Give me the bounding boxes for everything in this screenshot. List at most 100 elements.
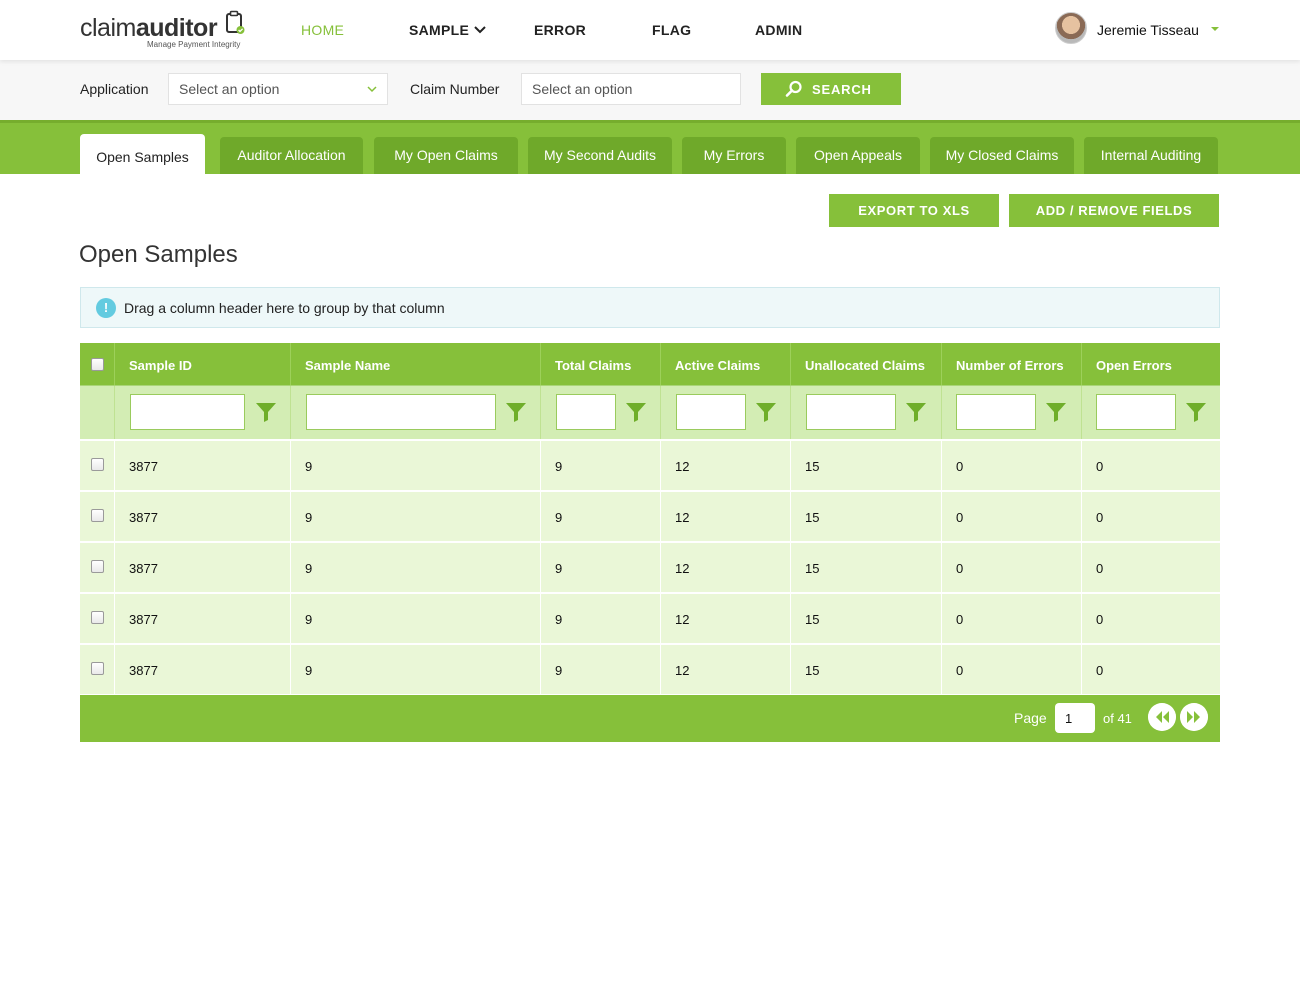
- filter-cell-open-errors: [1081, 386, 1220, 440]
- table-row[interactable]: 3877 9 9 12 15 0 0: [80, 643, 1220, 694]
- row-checkbox[interactable]: [91, 509, 104, 522]
- column-header-unallocated-claims[interactable]: Unallocated Claims: [790, 343, 941, 385]
- search-button[interactable]: SEARCH: [761, 73, 901, 105]
- cell-active-claims: 12: [660, 492, 790, 541]
- cell-open-errors: 0: [1081, 645, 1220, 694]
- cell-total-claims: 9: [540, 645, 660, 694]
- grid-header-row: Sample ID Sample Name Total Claims Activ…: [80, 343, 1220, 385]
- chevron-down-icon[interactable]: [472, 22, 488, 38]
- tab-my-closed-claims[interactable]: My Closed Claims: [930, 137, 1074, 174]
- logo-tagline: Manage Payment Integrity: [147, 40, 241, 49]
- filter-cell-total-claims: [540, 386, 660, 440]
- select-all-checkbox[interactable]: [91, 358, 104, 371]
- row-checkbox[interactable]: [91, 611, 104, 624]
- filter-icon[interactable]: [625, 401, 647, 423]
- cell-sample-id: 3877: [114, 594, 290, 643]
- cell-number-of-errors: 0: [941, 645, 1081, 694]
- nav-sample[interactable]: SAMPLE: [409, 22, 469, 38]
- logo-wordmark: claimauditor: [80, 14, 218, 42]
- export-xls-button[interactable]: EXPORT TO XLS: [829, 194, 999, 227]
- grid-filter-row: [80, 385, 1220, 440]
- column-header-active-claims[interactable]: Active Claims: [660, 343, 790, 385]
- claim-number-input[interactable]: Select an option: [521, 73, 741, 105]
- nav-flag[interactable]: FLAG: [652, 22, 691, 38]
- filter-input-total-claims[interactable]: [556, 394, 616, 430]
- cell-unallocated-claims: 15: [790, 441, 941, 490]
- application-select-value: Select an option: [179, 81, 280, 97]
- filter-input-number-of-errors[interactable]: [956, 394, 1036, 430]
- filter-input-sample-id[interactable]: [130, 394, 245, 430]
- nav-admin[interactable]: ADMIN: [755, 22, 802, 38]
- filter-cell-unallocated-claims: [790, 386, 941, 440]
- add-remove-fields-button[interactable]: ADD / REMOVE FIELDS: [1009, 194, 1219, 227]
- nav-error[interactable]: ERROR: [534, 22, 586, 38]
- cell-unallocated-claims: 15: [790, 645, 941, 694]
- tab-internal-auditing[interactable]: Internal Auditing: [1084, 137, 1218, 174]
- next-page-icon[interactable]: [1180, 703, 1208, 731]
- cell-open-errors: 0: [1081, 492, 1220, 541]
- claim-number-placeholder: Select an option: [532, 81, 633, 97]
- nav-home[interactable]: HOME: [301, 22, 344, 38]
- row-checkbox[interactable]: [91, 458, 104, 471]
- tab-my-open-claims[interactable]: My Open Claims: [374, 137, 518, 174]
- cell-unallocated-claims: 15: [790, 594, 941, 643]
- table-row[interactable]: 3877 9 9 12 15 0 0: [80, 490, 1220, 541]
- chevron-down-icon: [367, 86, 377, 93]
- previous-page-icon[interactable]: [1148, 703, 1176, 731]
- column-header-sample-name[interactable]: Sample Name: [290, 343, 540, 385]
- filter-icon[interactable]: [1185, 401, 1207, 423]
- cell-sample-name: 9: [290, 543, 540, 592]
- cell-active-claims: 12: [660, 594, 790, 643]
- cell-total-claims: 9: [540, 594, 660, 643]
- group-by-hint: Drag a column header here to group by th…: [124, 300, 445, 316]
- column-header-open-errors[interactable]: Open Errors: [1081, 343, 1220, 385]
- cell-sample-name: 9: [290, 594, 540, 643]
- pager-total-pages: of 41: [1103, 711, 1132, 726]
- page-title: Open Samples: [79, 241, 238, 268]
- filter-icon[interactable]: [905, 401, 927, 423]
- row-checkbox[interactable]: [91, 560, 104, 573]
- search-icon: [785, 80, 802, 97]
- filter-icon[interactable]: [1045, 401, 1067, 423]
- filter-input-open-errors[interactable]: [1096, 394, 1176, 430]
- filter-input-unallocated-claims[interactable]: [806, 394, 896, 430]
- cell-sample-id: 3877: [114, 543, 290, 592]
- filter-cell-sample-id: [114, 386, 291, 440]
- cell-number-of-errors: 0: [941, 543, 1081, 592]
- application-select[interactable]: Select an option: [168, 73, 388, 105]
- tab-my-errors[interactable]: My Errors: [682, 137, 786, 174]
- cell-open-errors: 0: [1081, 543, 1220, 592]
- group-by-drop-zone[interactable]: ! Drag a column header here to group by …: [80, 287, 1220, 328]
- cell-number-of-errors: 0: [941, 594, 1081, 643]
- cell-sample-id: 3877: [114, 645, 290, 694]
- tab-auditor-allocation[interactable]: Auditor Allocation: [220, 137, 363, 174]
- cell-unallocated-claims: 15: [790, 492, 941, 541]
- filter-icon[interactable]: [755, 401, 777, 423]
- cell-open-errors: 0: [1081, 441, 1220, 490]
- pager-page-label: Page: [1014, 710, 1047, 726]
- page-number-input[interactable]: [1055, 703, 1095, 733]
- table-row[interactable]: 3877 9 9 12 15 0 0: [80, 541, 1220, 592]
- caret-down-icon: [1211, 27, 1219, 31]
- tab-strip: Open Samples Auditor Allocation My Open …: [0, 120, 1300, 177]
- cell-unallocated-claims: 15: [790, 543, 941, 592]
- cell-open-errors: 0: [1081, 594, 1220, 643]
- filter-icon[interactable]: [505, 401, 527, 423]
- filter-cell-sample-name: [290, 386, 540, 440]
- filter-input-active-claims[interactable]: [676, 394, 746, 430]
- column-header-total-claims[interactable]: Total Claims: [540, 343, 660, 385]
- tab-open-samples[interactable]: Open Samples: [80, 134, 205, 177]
- claimauditor-logo[interactable]: claimauditor Manage Payment Integrity: [80, 10, 252, 54]
- tab-open-appeals[interactable]: Open Appeals: [796, 137, 920, 174]
- column-header-number-of-errors[interactable]: Number of Errors: [941, 343, 1081, 385]
- cell-sample-name: 9: [290, 441, 540, 490]
- table-row[interactable]: 3877 9 9 12 15 0 0: [80, 592, 1220, 643]
- cell-total-claims: 9: [540, 441, 660, 490]
- row-checkbox[interactable]: [91, 662, 104, 675]
- table-row[interactable]: 3877 9 9 12 15 0 0: [80, 439, 1220, 490]
- column-header-sample-id[interactable]: Sample ID: [114, 343, 291, 385]
- tab-my-second-audits[interactable]: My Second Audits: [528, 137, 672, 174]
- cell-active-claims: 12: [660, 543, 790, 592]
- filter-input-sample-name[interactable]: [306, 394, 496, 430]
- filter-icon[interactable]: [255, 401, 277, 423]
